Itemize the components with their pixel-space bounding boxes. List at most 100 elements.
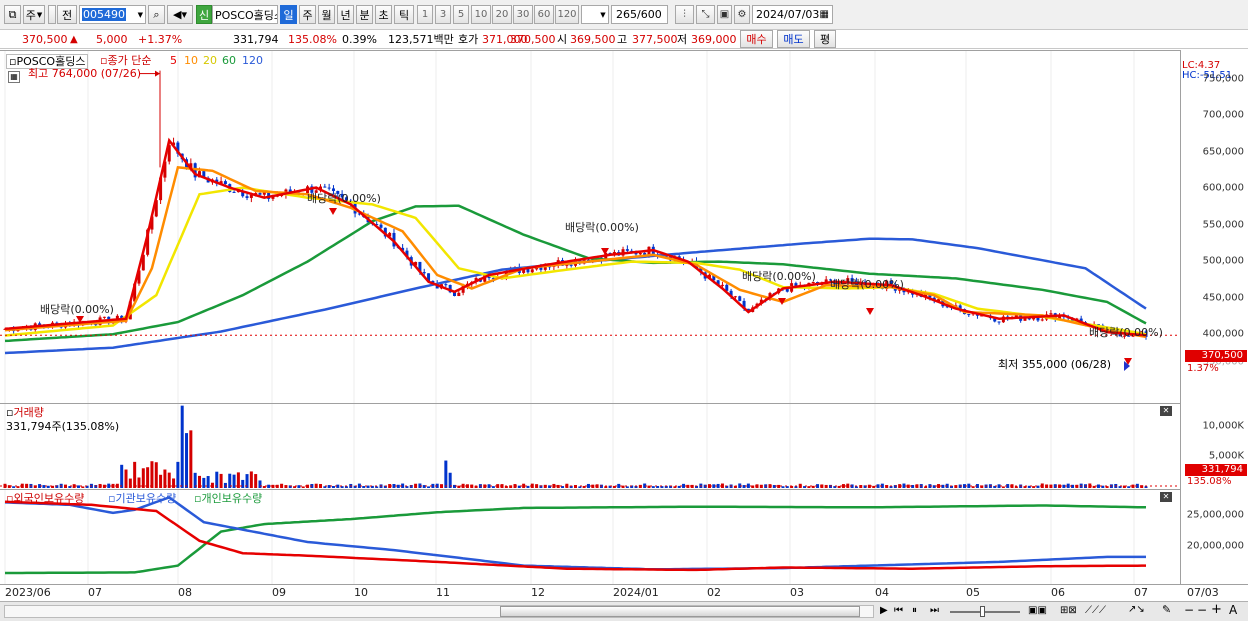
candle-body bbox=[258, 193, 262, 195]
candle-body bbox=[1036, 317, 1040, 321]
dividend-label: 배당락(0.00%) bbox=[565, 221, 639, 234]
stock-name-field[interactable]: POSCO홀딩스 bbox=[212, 5, 278, 24]
brush-icon[interactable]: ✎ bbox=[1162, 603, 1171, 616]
minute-120[interactable]: 120 bbox=[555, 5, 579, 24]
turnover-rate: 0.39% bbox=[342, 33, 377, 46]
volume-bar bbox=[12, 486, 16, 488]
price-tag: 370,500 bbox=[1185, 350, 1247, 362]
bid-label: 호가 bbox=[458, 33, 479, 46]
holding-panel: ▫외국인보유수량 ▫기관보유수량 ▫개인보유수량 ✕ bbox=[0, 489, 1180, 585]
count-input[interactable]: 265/600 bbox=[611, 5, 668, 24]
scroll-right-icon[interactable]: ▶ bbox=[880, 605, 888, 616]
last-icon[interactable]: ⏭ bbox=[930, 605, 939, 616]
save-icon[interactable]: ▣ bbox=[717, 5, 732, 24]
period-second[interactable]: 초 bbox=[375, 5, 392, 24]
period-month[interactable]: 월 bbox=[318, 5, 335, 24]
zoom-out-icon[interactable]: − bbox=[1184, 603, 1194, 617]
line-tool-icon[interactable]: ↗↘ bbox=[1128, 604, 1145, 615]
candle-body bbox=[733, 296, 737, 298]
minute-10[interactable]: 10 bbox=[471, 5, 491, 24]
main-toolbar: ⧉ 주 ▼ 전 005490 ▼ ⌕ ◀▾ 신 POSCO홀딩스 일 주 월 년 분… bbox=[0, 0, 1248, 30]
date-input[interactable]: 2024/07/03 ▦ bbox=[752, 5, 833, 24]
y-tick: 600,000 bbox=[1202, 182, 1244, 194]
grid-icon[interactable]: ⊞⊠ bbox=[1060, 605, 1077, 616]
minute-3[interactable]: 3 bbox=[435, 5, 451, 24]
interval-select[interactable]: ▼ bbox=[581, 5, 609, 24]
zoom-slider-handle[interactable] bbox=[980, 606, 985, 617]
y-tick: 650,000 bbox=[1202, 146, 1244, 158]
close-icon[interactable]: ✕ bbox=[1160, 492, 1172, 502]
period-minute[interactable]: 분 bbox=[356, 5, 373, 24]
draw-icon[interactable]: ⤡ bbox=[696, 5, 715, 24]
candle-icon[interactable]: ⫶ bbox=[675, 5, 694, 24]
font-size-icon[interactable]: A bbox=[1229, 603, 1237, 617]
y-tick: 10,000K bbox=[1202, 420, 1244, 432]
y-tick: 500,000 bbox=[1202, 255, 1244, 267]
volume-bar bbox=[461, 483, 465, 488]
gear-icon[interactable]: ⚙ bbox=[734, 5, 750, 24]
minute-1[interactable]: 1 bbox=[417, 5, 433, 24]
search-icon[interactable]: ⌕ bbox=[148, 5, 165, 24]
minute-5[interactable]: 5 bbox=[453, 5, 469, 24]
layout-icon[interactable]: ▣▣ bbox=[1028, 605, 1047, 616]
x-tick: 08 bbox=[178, 586, 192, 599]
close-icon[interactable]: ✕ bbox=[1160, 406, 1172, 416]
window-icon[interactable]: ⧉ bbox=[4, 5, 21, 24]
period-day[interactable]: 일 bbox=[280, 5, 297, 24]
candle-body bbox=[1049, 313, 1053, 315]
count-total: /600 bbox=[637, 8, 662, 21]
volume-bar bbox=[712, 484, 716, 488]
volume-bar bbox=[967, 483, 971, 488]
volume-bar bbox=[1144, 486, 1148, 488]
spacer-button[interactable] bbox=[48, 5, 56, 24]
speaker-icon[interactable]: ◀▾ bbox=[167, 5, 193, 24]
volume-bar bbox=[331, 486, 335, 488]
volume-bar bbox=[578, 486, 582, 488]
minute-30[interactable]: 30 bbox=[513, 5, 533, 24]
volume-bar bbox=[625, 486, 629, 488]
type-select[interactable]: 전 bbox=[57, 5, 77, 24]
period-year[interactable]: 년 bbox=[337, 5, 354, 24]
minute-20[interactable]: 20 bbox=[492, 5, 512, 24]
candle-body bbox=[1040, 319, 1044, 321]
ma-legend-text: 종가 단순 bbox=[107, 54, 152, 67]
draw-tools-icon[interactable]: ⟋⟋⟋ bbox=[1085, 605, 1106, 616]
x-tick: 10 bbox=[354, 586, 368, 599]
sell-button[interactable]: 매도 bbox=[777, 30, 810, 48]
volume-bar bbox=[150, 461, 154, 488]
volume-bar bbox=[46, 485, 50, 488]
zoom-slider[interactable] bbox=[950, 611, 1020, 613]
table-icon[interactable]: ▦ bbox=[8, 71, 20, 83]
minus-icon[interactable]: − bbox=[1197, 603, 1207, 617]
scroll-bar[interactable]: ▶ ⏮ ⏸ ⏭ ▣▣ ⊞⊠ ⟋⟋⟋ ↗↘ ✎ − − + A bbox=[0, 601, 1248, 621]
volume-title: 거래량 bbox=[13, 406, 44, 419]
zoom-in-icon[interactable]: + bbox=[1211, 602, 1222, 617]
volume-bar bbox=[811, 485, 815, 488]
volume-bar bbox=[258, 480, 262, 488]
foreign-legend: ▫외국인보유수량 bbox=[6, 492, 85, 505]
eval-button[interactable]: 평 bbox=[814, 30, 836, 48]
first-icon[interactable]: ⏮ bbox=[894, 605, 903, 616]
count-value: 265 bbox=[616, 8, 637, 21]
dividend-label: 배당락(0.00%) bbox=[830, 278, 904, 291]
volume-bar bbox=[457, 485, 461, 488]
market-select[interactable]: 주 ▼ bbox=[23, 5, 45, 24]
volume-bar bbox=[236, 472, 240, 488]
scroll-thumb[interactable] bbox=[500, 606, 860, 617]
low-price: 369,000 bbox=[691, 33, 737, 46]
candle-body bbox=[422, 272, 426, 274]
volume-bar bbox=[124, 469, 128, 488]
x-tick: 07 bbox=[1134, 586, 1148, 599]
volume-bar bbox=[522, 483, 526, 488]
period-week[interactable]: 주 bbox=[299, 5, 316, 24]
buy-button[interactable]: 매수 bbox=[740, 30, 773, 48]
volume-bar bbox=[1066, 483, 1070, 488]
x-tick: 03 bbox=[790, 586, 804, 599]
pause-icon[interactable]: ⏸ bbox=[912, 605, 917, 616]
code-input[interactable]: 005490 ▼ bbox=[79, 5, 146, 24]
period-tick[interactable]: 틱 bbox=[394, 5, 414, 24]
price-axis: LC:4.37 HC:-51.51 750,000 700,000 650,00… bbox=[1180, 50, 1248, 403]
volume-bar bbox=[42, 485, 46, 488]
volume-bar bbox=[682, 483, 686, 488]
minute-60[interactable]: 60 bbox=[534, 5, 554, 24]
